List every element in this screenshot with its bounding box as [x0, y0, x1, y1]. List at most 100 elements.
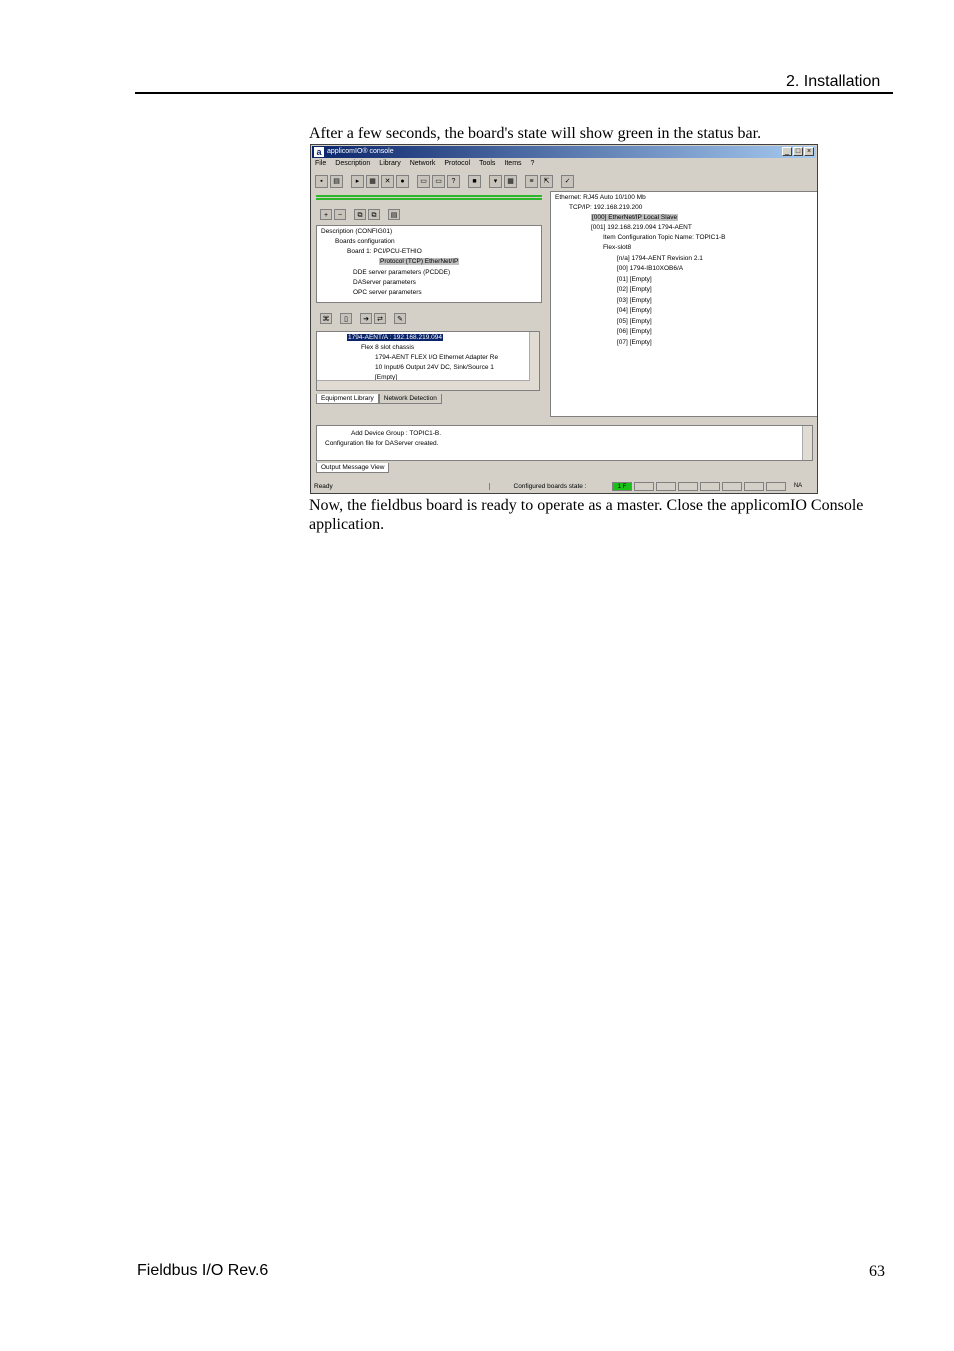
description-toolbar: + − ⧉ ⧉ ▤: [320, 209, 400, 220]
footer-doc-title: Fieldbus I/O Rev.6: [137, 1262, 269, 1279]
board-state-cell: 1 F: [612, 482, 632, 491]
tree-protocol[interactable]: Protocol (TCP) EtherNet/IP: [379, 258, 460, 265]
status-bar: Ready Configured boards state : 1 F NA: [312, 481, 816, 492]
vertical-scrollbar[interactable]: [529, 332, 539, 390]
menu-items[interactable]: Items: [504, 160, 521, 167]
paste-icon[interactable]: ⧉: [368, 209, 380, 220]
list-icon[interactable]: ≡: [525, 175, 538, 188]
status-ready: Ready: [312, 483, 490, 490]
tab-output-message-view[interactable]: Output Message View: [316, 463, 390, 473]
grid-icon[interactable]: ▦: [504, 175, 517, 188]
help-icon[interactable]: ?: [447, 175, 460, 188]
menu-protocol[interactable]: Protocol: [444, 160, 470, 167]
tree-dde-server[interactable]: DDE server parameters (PCDDE): [353, 269, 450, 277]
menu-help[interactable]: ?: [531, 160, 535, 167]
network-tree: Ethernet: RJ45 Auto 10/100 Mb TCP/IP: 19…: [550, 191, 817, 417]
wizard-icon[interactable]: ✎: [394, 313, 406, 324]
progress-bars: [316, 195, 542, 203]
tree-slot-02[interactable]: [02] [Empty]: [617, 286, 652, 294]
tree-io-module[interactable]: 10 Input/6 Output 24V DC, Sink/Source 1: [375, 364, 494, 372]
board-state-empty: [634, 482, 654, 491]
output-scrollbar[interactable]: [802, 426, 812, 460]
tree-boards-config[interactable]: Boards configuration: [335, 238, 395, 246]
board-icon[interactable]: ▦: [366, 175, 379, 188]
menu-library[interactable]: Library: [379, 160, 400, 167]
tree-board-1[interactable]: Board 1: PCI/PCU-ETHIO: [347, 248, 422, 256]
menu-tools[interactable]: Tools: [479, 160, 495, 167]
save-icon[interactable]: ▪: [315, 175, 328, 188]
menu-bar: File Description Library Network Protoco…: [315, 160, 534, 167]
print-icon[interactable]: ▤: [330, 175, 343, 188]
download-icon[interactable]: ▾: [489, 175, 502, 188]
outro-paragraph: Now, the fieldbus board is ready to oper…: [309, 497, 864, 533]
tab-equipment-library[interactable]: Equipment Library: [316, 394, 379, 404]
output-tabs: Output Message View: [316, 463, 390, 473]
arrow-right-icon[interactable]: ➔: [360, 313, 372, 324]
stop-icon[interactable]: ■: [468, 175, 481, 188]
network-scan-icon[interactable]: ⌘: [320, 313, 332, 324]
tree-item-config[interactable]: Item Configuration Topic Name: TOPIC1-B: [603, 234, 725, 242]
tree-description[interactable]: Description (CONFIG01): [321, 228, 392, 236]
remove-icon[interactable]: −: [334, 209, 346, 220]
tree-local-slave[interactable]: [000] EtherNet/IP Local Slave: [591, 214, 679, 221]
tab-network-detection[interactable]: Network Detection: [378, 394, 442, 404]
header-rule: [135, 92, 893, 94]
window-icon[interactable]: ▭: [417, 175, 430, 188]
tree-ethernet[interactable]: Ethernet: RJ45 Auto 10/100 Mb: [555, 194, 646, 202]
output-line-1: Add Device Group : TOPIC1-B.: [351, 430, 442, 437]
menu-file[interactable]: File: [315, 160, 326, 167]
window-title: applicomIO® console: [327, 148, 394, 155]
board-state-empty: [656, 482, 676, 491]
board-state-empty: [766, 482, 786, 491]
export-icon[interactable]: ⇱: [540, 175, 553, 188]
tree-aent-adapter[interactable]: 1794-AENT/A : 192.168.219.094: [347, 334, 443, 341]
tree-slot-00[interactable]: [00] 1794-IB10XOB6/A: [617, 265, 683, 273]
properties-icon[interactable]: ▤: [388, 209, 400, 220]
split-icon[interactable]: ▭: [432, 175, 445, 188]
page-number: 63: [869, 1263, 885, 1280]
menu-network[interactable]: Network: [410, 160, 436, 167]
disk-icon[interactable]: ●: [396, 175, 409, 188]
board-state-empty: [744, 482, 764, 491]
library-tabs: Equipment Library Network Detection: [316, 394, 442, 404]
tree-slot-07[interactable]: [07] [Empty]: [617, 339, 652, 347]
app-icon: a: [314, 147, 324, 157]
tree-slot-05[interactable]: [05] [Empty]: [617, 318, 652, 326]
board-state-empty: [700, 482, 720, 491]
board-state-empty: [678, 482, 698, 491]
tree-revision[interactable]: [n/a] 1794-AENT Revision 2.1: [617, 255, 703, 263]
tree-flex-slot8[interactable]: Flex-slot8: [603, 244, 631, 252]
tree-device-001[interactable]: [001] 192.168.219.094 1794-AENT: [591, 224, 692, 232]
tools-icon[interactable]: ✕: [381, 175, 394, 188]
main-toolbar: ▪ ▤ ▸ ▦ ✕ ● ▭ ▭ ? ■ ▾ ▦ ≡ ⇱ ✓: [315, 174, 574, 189]
tree-slot-01[interactable]: [01] [Empty]: [617, 276, 652, 284]
diagnostic-icon[interactable]: ✓: [561, 175, 574, 188]
tree-slot-06[interactable]: [06] [Empty]: [617, 328, 652, 336]
tree-slot-03[interactable]: [03] [Empty]: [617, 297, 652, 305]
tree-slot-04[interactable]: [04] [Empty]: [617, 307, 652, 315]
output-line-2: Configuration file for DAServer created.: [325, 440, 439, 447]
horizontal-scrollbar[interactable]: [317, 380, 530, 390]
window-titlebar: a applicomIO® console _ □ ×: [312, 146, 816, 158]
tree-tcpip[interactable]: TCP/IP: 192.168.219.200: [569, 204, 642, 212]
status-configured-label: Configured boards state :: [513, 483, 587, 490]
tree-flex-adapter[interactable]: 1794-AENT FLEX I/O Ethernet Adapter Re: [375, 354, 498, 362]
menu-description[interactable]: Description: [335, 160, 370, 167]
section-header: 2. Installation: [786, 73, 881, 90]
transfer-icon[interactable]: ⇄: [374, 313, 386, 324]
close-icon[interactable]: ×: [804, 147, 814, 156]
output-message-view: Add Device Group : TOPIC1-B. Configurati…: [316, 425, 813, 461]
tree-opc-server[interactable]: OPC server parameters: [353, 289, 422, 297]
status-mode: NA: [793, 483, 803, 489]
flag-icon[interactable]: ▸: [351, 175, 364, 188]
tree-flex-chassis[interactable]: Flex 8 slot chassis: [361, 344, 414, 352]
maximize-icon[interactable]: □: [793, 147, 803, 156]
copy-icon[interactable]: ⧉: [354, 209, 366, 220]
add-icon[interactable]: +: [320, 209, 332, 220]
document-icon[interactable]: ▯: [340, 313, 352, 324]
board-state-empty: [722, 482, 742, 491]
equipment-tree: 1794-AENT/A : 192.168.219.094 Flex 8 slo…: [316, 331, 540, 391]
minimize-icon[interactable]: _: [782, 147, 792, 156]
library-toolbar: ⌘ ▯ ➔ ⇄ ✎: [320, 313, 406, 324]
tree-daserver[interactable]: DAServer parameters: [353, 279, 416, 287]
